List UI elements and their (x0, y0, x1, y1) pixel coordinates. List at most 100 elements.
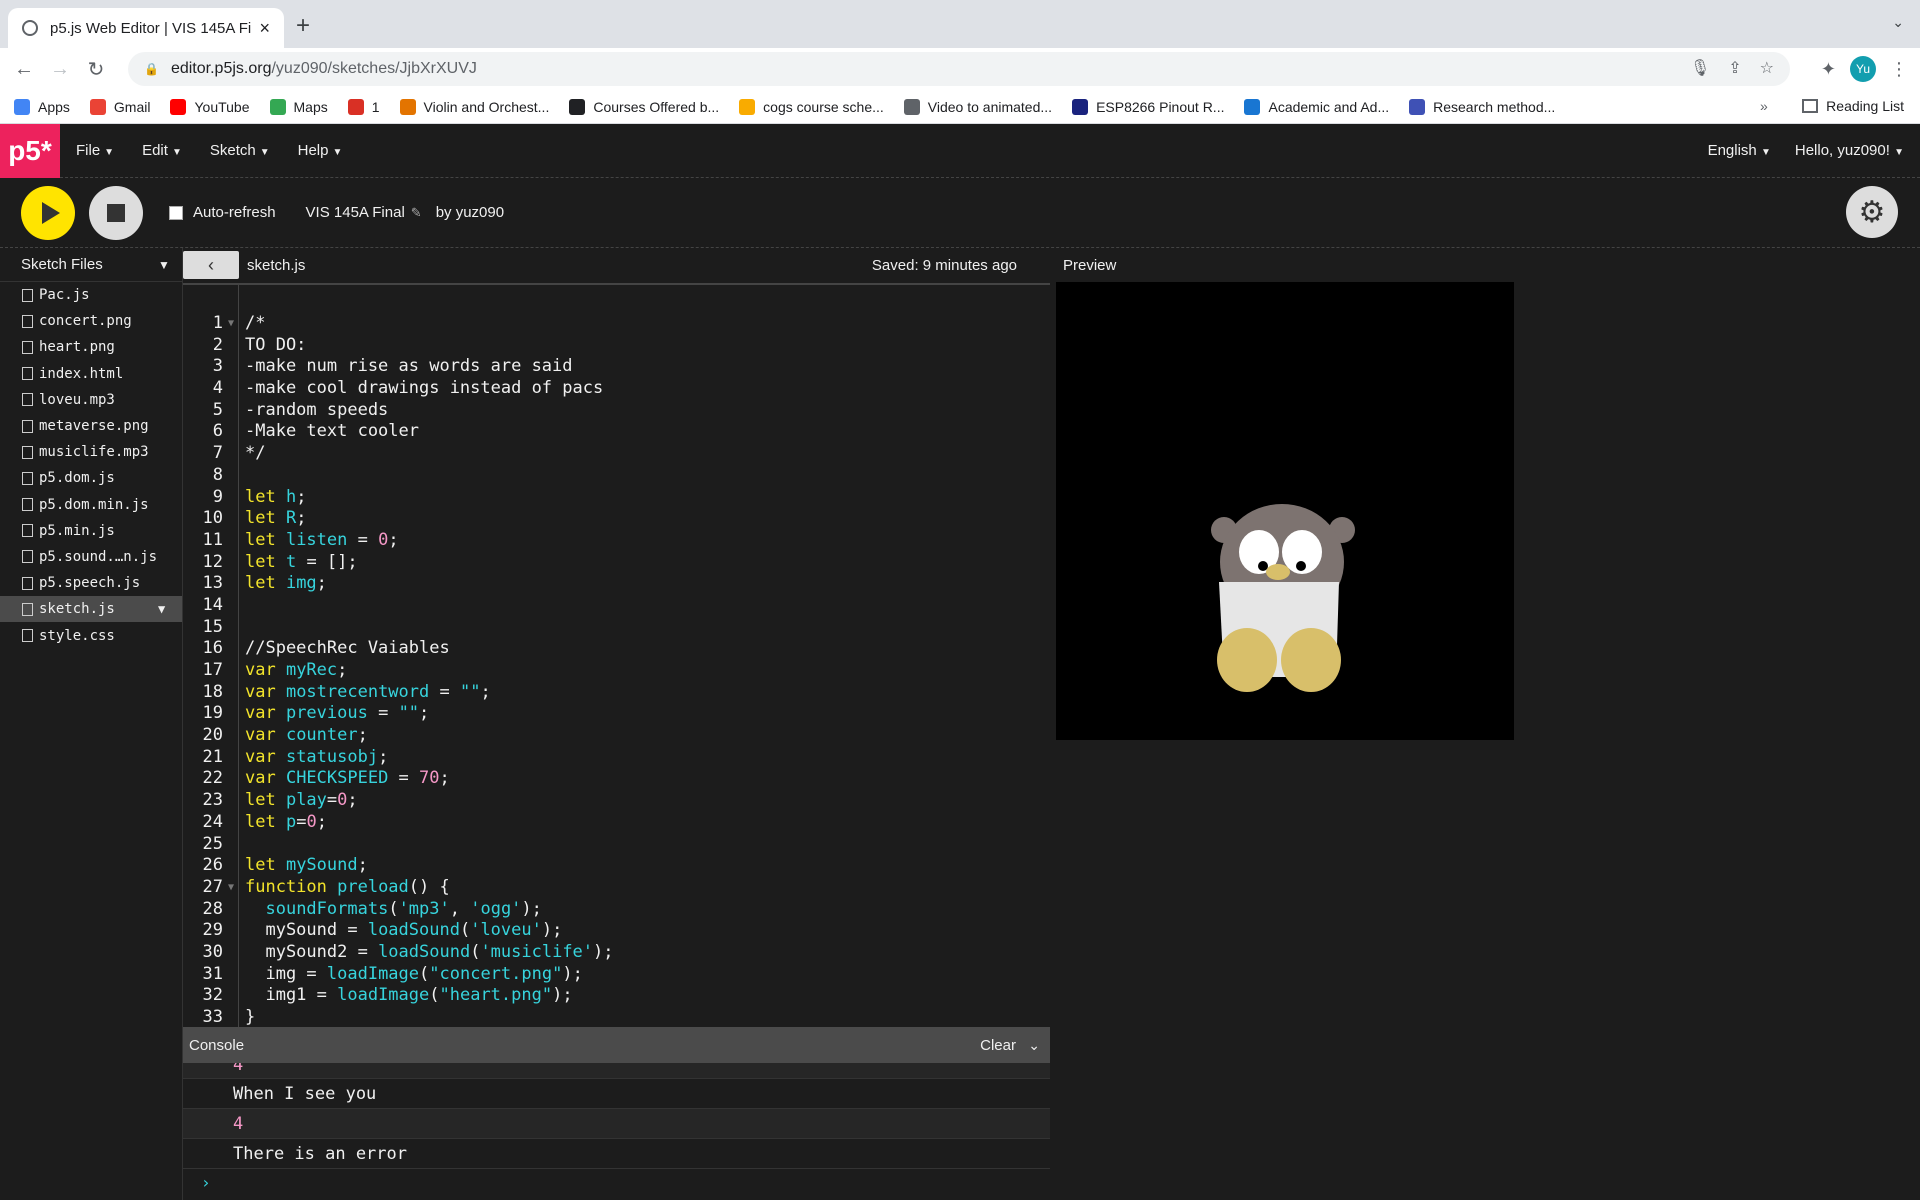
bookmark-item[interactable]: Courses Offered b... (569, 98, 719, 115)
code-line[interactable]: 32 img1 = loadImage("heart.png"); (183, 985, 1050, 1007)
code-line[interactable]: 27 ▼ function preload() { (183, 877, 1050, 899)
file-item[interactable]: Pac.js (0, 282, 182, 308)
code-line[interactable]: 30 mySound2 = loadSound('musiclife'); (183, 942, 1050, 964)
new-tab-button[interactable]: + (296, 12, 310, 40)
microphone-icon[interactable]: 🎙 (1690, 58, 1710, 78)
code-line[interactable]: 17 var myRec; (183, 660, 1050, 682)
code-line[interactable]: 1 ▼ /* (183, 313, 1050, 335)
code-line[interactable]: 9 let h; (183, 487, 1050, 509)
bookmark-item[interactable]: Apps (14, 98, 70, 115)
user-menu[interactable]: Hello, yuz090! ▼ (1795, 142, 1904, 159)
console-prompt-icon[interactable]: › (183, 1169, 1050, 1197)
address-bar[interactable]: 🔒 editor.p5js.org/yuz090/sketches/JjbXrX… (128, 52, 1790, 86)
file-item[interactable]: index.html (0, 361, 182, 387)
code-line[interactable]: 33} (183, 1007, 1050, 1027)
forward-icon[interactable]: → (42, 58, 78, 81)
code-line[interactable]: 19 var previous = ""; (183, 703, 1050, 725)
code-token: mostrecentword (285, 681, 430, 702)
code-line[interactable]: 16 //SpeechRec Vaiables (183, 638, 1050, 660)
lock-icon[interactable]: 🔒 (144, 62, 159, 76)
collapse-sidebar-button[interactable]: ‹ (183, 251, 239, 279)
code-line[interactable]: 21 var statusobj; (183, 747, 1050, 769)
fold-marker-icon[interactable]: ▼ (223, 877, 239, 899)
reading-list-button[interactable]: Reading List (1802, 98, 1904, 114)
code-line[interactable]: 3 -make num rise as words are said (183, 356, 1050, 378)
file-options-caret-icon[interactable]: ▼ (158, 602, 165, 616)
bookmark-item[interactable]: Violin and Orchest... (399, 98, 549, 115)
file-item[interactable]: heart.png (0, 334, 182, 360)
file-item[interactable]: p5.sound.…n.js (0, 544, 182, 570)
bookmark-item[interactable]: Video to animated... (903, 98, 1052, 115)
code-line[interactable]: 20 var counter; (183, 725, 1050, 747)
code-line[interactable]: 8 (183, 465, 1050, 487)
file-item[interactable]: loveu.mp3 (0, 387, 182, 413)
settings-gear-button[interactable]: ⚙ (1846, 186, 1898, 238)
pencil-icon[interactable]: ✎ (411, 205, 422, 221)
profile-avatar[interactable]: Yu (1850, 56, 1876, 82)
console-collapse-chevron-icon[interactable]: ⌄ (1028, 1037, 1040, 1054)
code-line[interactable]: 28 soundFormats('mp3', 'ogg'); (183, 899, 1050, 921)
file-item[interactable]: p5.speech.js (0, 570, 182, 596)
menu-help[interactable]: Help ▼ (298, 142, 343, 159)
extensions-puzzle-icon[interactable]: ✦ (1821, 59, 1836, 80)
code-line[interactable]: 5 -random speeds (183, 400, 1050, 422)
sidebar-options-caret-icon[interactable]: ▼ (158, 258, 170, 272)
preview-canvas[interactable] (1056, 282, 1514, 740)
bookmark-item[interactable]: 1 (347, 98, 380, 115)
reload-icon[interactable]: ↻ (78, 57, 114, 82)
bookmark-star-icon[interactable]: ☆ (1760, 58, 1774, 78)
bookmark-item[interactable]: Maps (269, 98, 328, 115)
console-clear-button[interactable]: Clear (980, 1037, 1016, 1054)
bookmark-item[interactable]: Gmail (89, 98, 150, 115)
play-button[interactable] (21, 185, 75, 240)
file-item[interactable]: sketch.js ▼ (0, 596, 182, 623)
code-line[interactable]: 31 img = loadImage("concert.png"); (183, 964, 1050, 986)
bookmark-item[interactable]: Research method... (1409, 98, 1555, 115)
fold-marker-icon[interactable]: ▼ (223, 313, 239, 335)
share-icon[interactable]: ⇪ (1728, 58, 1741, 78)
kebab-menu-icon[interactable]: ⋮ (1890, 59, 1908, 80)
code-line[interactable]: 10 let R; (183, 508, 1050, 530)
code-line[interactable]: 26 let mySound; (183, 855, 1050, 877)
code-line[interactable]: 14 (183, 595, 1050, 617)
bookmark-item[interactable]: cogs course sche... (739, 98, 884, 115)
tab-search-chevron-icon[interactable]: ⌄ (1892, 14, 1904, 31)
code-line[interactable]: 4 -make cool drawings instead of pacs (183, 378, 1050, 400)
auto-refresh-checkbox[interactable] (169, 205, 183, 220)
code-line[interactable]: 7 */ (183, 443, 1050, 465)
close-tab-icon[interactable]: × (259, 18, 270, 39)
bookmarks-overflow-button[interactable]: » (1760, 98, 1768, 114)
code-line[interactable]: 22 var CHECKSPEED = 70; (183, 768, 1050, 790)
code-editor[interactable]: 1 ▼/* 2 TO DO: 3 -make num rise as words are … (183, 283, 1050, 1027)
code-line[interactable]: 25 (183, 834, 1050, 856)
code-line[interactable]: 2 TO DO: (183, 335, 1050, 357)
file-item[interactable]: p5.dom.js (0, 465, 182, 491)
code-line[interactable]: 24 let p=0; (183, 812, 1050, 834)
code-line[interactable]: 29 mySound = loadSound('loveu'); (183, 920, 1050, 942)
code-line[interactable]: 23 let play=0; (183, 790, 1050, 812)
bookmark-item[interactable]: ESP8266 Pinout R... (1072, 98, 1224, 115)
code-line[interactable]: 11 let listen = 0; (183, 530, 1050, 552)
language-menu[interactable]: English ▼ (1708, 142, 1771, 159)
file-item[interactable]: metaverse.png (0, 413, 182, 439)
code-line[interactable]: 13 let img; (183, 573, 1050, 595)
stop-button[interactable] (89, 185, 143, 240)
file-item[interactable]: style.css (0, 622, 182, 648)
sketch-name[interactable]: VIS 145A Final (306, 204, 405, 221)
p5-logo[interactable]: p5* (0, 123, 60, 178)
bookmark-item[interactable]: Academic and Ad... (1244, 98, 1389, 115)
code-line[interactable]: 12 let t = []; (183, 552, 1050, 574)
bookmark-item[interactable]: YouTube (170, 98, 250, 115)
file-item[interactable]: p5.dom.min.js (0, 492, 182, 518)
file-item[interactable]: musiclife.mp3 (0, 439, 182, 465)
code-line[interactable]: 6 -Make text cooler (183, 421, 1050, 443)
back-icon[interactable]: ← (6, 58, 42, 81)
file-item[interactable]: concert.png (0, 308, 182, 334)
menu-sketch[interactable]: Sketch ▼ (210, 142, 270, 159)
menu-file[interactable]: File ▼ (76, 142, 114, 159)
code-line[interactable]: 15 (183, 617, 1050, 639)
browser-tab[interactable]: p5.js Web Editor | VIS 145A Fin × (8, 8, 284, 48)
file-item[interactable]: p5.min.js (0, 518, 182, 544)
menu-edit[interactable]: Edit ▼ (142, 142, 182, 159)
code-line[interactable]: 18 var mostrecentword = ""; (183, 682, 1050, 704)
